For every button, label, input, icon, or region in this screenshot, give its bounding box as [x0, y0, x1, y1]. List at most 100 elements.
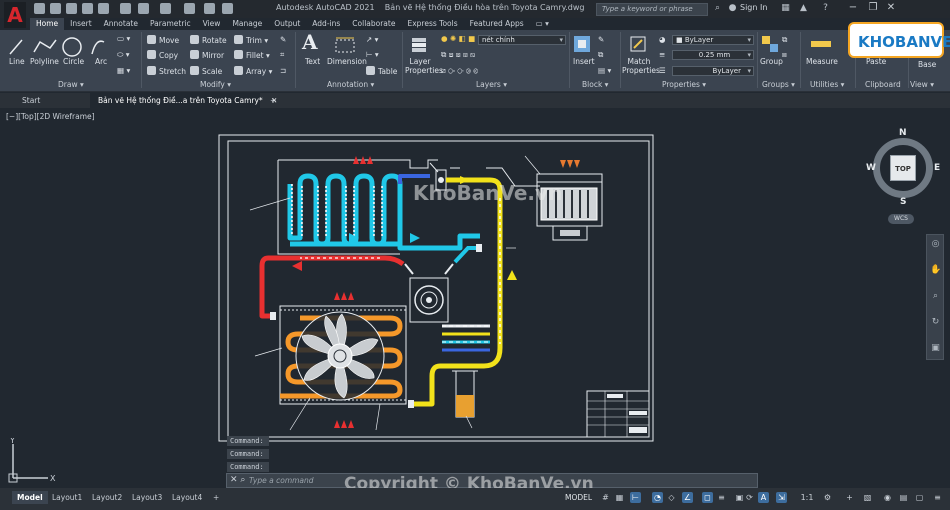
linetype-dropdown[interactable]: ByLayer	[672, 66, 754, 76]
dim-style-icon[interactable]: ⊢ ▾	[366, 50, 379, 59]
hatch-icon[interactable]: ▦ ▾	[117, 66, 130, 75]
ribbon-tab-view[interactable]: View	[197, 18, 227, 30]
explode-icon[interactable]: ⌗	[280, 50, 284, 60]
ribbon-tab-featured-apps[interactable]: Featured Apps	[464, 18, 530, 30]
erase-icon[interactable]: ✎	[280, 35, 286, 44]
measure-icon[interactable]	[810, 36, 832, 52]
ribbon-tab-parametric[interactable]: Parametric	[144, 18, 197, 30]
layout-tab-layout2[interactable]: Layout2	[87, 491, 127, 504]
ribbon-tab-collaborate[interactable]: Collaborate	[346, 18, 401, 30]
compass-north[interactable]: N	[899, 128, 907, 138]
layer-dropdown[interactable]: nét chính	[478, 35, 566, 45]
draw-panel-label[interactable]: Draw ▾	[58, 80, 84, 89]
lineweight-display-icon[interactable]: ≡	[716, 492, 727, 503]
layout-tab-layout4[interactable]: Layout4	[167, 491, 207, 504]
polar-icon[interactable]: ◔	[652, 492, 663, 503]
redo-icon[interactable]	[160, 3, 171, 14]
group-edit-icon[interactable]: ⧈	[782, 50, 787, 60]
color-dropdown[interactable]: ■ ByLayer	[672, 35, 754, 45]
create-block-icon[interactable]: ✎	[598, 35, 604, 44]
restore-button[interactable]: ❐	[866, 1, 880, 15]
ungroup-icon[interactable]: ⧉	[782, 35, 787, 45]
line-button[interactable]: Line	[9, 57, 25, 66]
text-button[interactable]: Text	[305, 57, 320, 66]
layer-properties-icon[interactable]	[410, 34, 430, 54]
units-icon[interactable]: +	[844, 492, 855, 503]
layer-tools-row2[interactable]: ⧄ ⧃ ⧂ ⧁ ⧀	[441, 66, 478, 76]
isolate-objects-icon[interactable]: ◉	[882, 492, 893, 503]
block-attributes-icon[interactable]: ▤ ▾	[598, 66, 611, 75]
workspace-switch-icon[interactable]: ⚙	[822, 492, 833, 503]
polyline-button[interactable]: Polyline	[30, 57, 59, 66]
stretch-button[interactable]: Stretch	[147, 66, 186, 76]
mirror-button[interactable]: Mirror	[190, 50, 224, 60]
cart-icon[interactable]: ▦	[780, 3, 791, 14]
grid-icon[interactable]: #	[600, 492, 611, 503]
ribbon-tab-express-tools[interactable]: Express Tools	[401, 18, 463, 30]
new-layout-button[interactable]: +	[208, 491, 224, 504]
drawing-viewport[interactable]: [−][Top][2D Wireframe] TOP N S E W WCS ◎…	[0, 108, 950, 486]
layer-tools-row1[interactable]: ⧉ ⧈ ⧇ ⧆ ⧅	[441, 50, 475, 60]
view-panel-label[interactable]: View ▾	[910, 80, 934, 89]
compass-south[interactable]: S	[900, 197, 906, 207]
compass-east[interactable]: E	[934, 163, 940, 173]
group-icon[interactable]	[760, 34, 780, 54]
match-properties-button[interactable]: Match Properties	[622, 57, 660, 75]
trim-button[interactable]: Trim ▾	[234, 35, 268, 45]
help-icon[interactable]: ?	[820, 3, 831, 14]
ribbon-tab-output[interactable]: Output	[268, 18, 306, 30]
model-space-toggle[interactable]: MODEL	[565, 493, 592, 502]
view-cube-top-face[interactable]: TOP	[890, 155, 916, 181]
insert-icon[interactable]	[572, 34, 592, 54]
paste-button[interactable]: Paste	[866, 57, 886, 66]
snap-icon[interactable]: ▦	[614, 492, 625, 503]
sign-in-button[interactable]: Sign In	[740, 3, 767, 12]
compass-west[interactable]: W	[866, 163, 876, 173]
orbit-icon[interactable]: ↻	[930, 317, 941, 328]
minimize-button[interactable]: −	[846, 1, 860, 15]
ribbon-tab-add-ins[interactable]: Add-ins	[306, 18, 346, 30]
view-cube[interactable]: TOP N S E W	[866, 128, 940, 207]
clipboard-panel-label[interactable]: Clipboard	[865, 80, 901, 89]
document-tab[interactable]: Bản vẽ Hệ thống Điề...a trên Toyota Camr…	[90, 93, 277, 108]
close-button[interactable]: ✕	[884, 1, 898, 15]
properties-panel-label[interactable]: Properties ▾	[662, 80, 706, 89]
measure-button[interactable]: Measure	[806, 57, 838, 66]
match-properties-icon[interactable]	[628, 34, 648, 54]
layout-tab-model[interactable]: Model	[12, 491, 48, 504]
block-panel-label[interactable]: Block ▾	[582, 80, 608, 89]
object-snap-tracking-icon[interactable]: ∠	[682, 492, 693, 503]
command-input[interactable]: Type a command	[249, 476, 314, 485]
customization-icon[interactable]: ≡	[932, 492, 943, 503]
ribbon-tab-overflow-icon[interactable]: ▭ ▾	[530, 18, 555, 30]
save-as-icon[interactable]	[82, 3, 93, 14]
linetype-icon[interactable]: ☰	[659, 66, 666, 75]
autodesk-a360-icon[interactable]: ▲	[798, 3, 809, 14]
layout-tab-layout1[interactable]: Layout1	[47, 491, 87, 504]
workspace-icon[interactable]	[204, 3, 215, 14]
showmotion-icon[interactable]: ▣	[930, 343, 941, 354]
leader-icon[interactable]: ↗ ▾	[366, 35, 378, 44]
text-icon[interactable]: A	[302, 30, 318, 54]
hardware-acceleration-icon[interactable]: ▤	[898, 492, 909, 503]
utilities-panel-label[interactable]: Utilities ▾	[810, 80, 844, 89]
new-tab-button[interactable]: +	[262, 93, 276, 108]
fillet-button[interactable]: Fillet ▾	[234, 50, 270, 60]
web-mobile-icon[interactable]	[98, 3, 109, 14]
layer-state-icons[interactable]: ● ✺ ◧ ■	[441, 34, 475, 43]
object-snap-icon[interactable]: ◻	[702, 492, 713, 503]
group-button[interactable]: Group	[760, 57, 783, 66]
rotate-button[interactable]: Rotate	[190, 35, 227, 45]
offset-icon[interactable]: ⊐	[280, 66, 286, 75]
ribbon-tab-annotate[interactable]: Annotate	[98, 18, 144, 30]
base-button[interactable]: Base	[918, 60, 936, 69]
ribbon-tab-home[interactable]: Home	[30, 18, 65, 30]
share-icon[interactable]	[184, 3, 195, 14]
groups-panel-label[interactable]: Groups ▾	[762, 80, 795, 89]
wcs-menu[interactable]: WCS	[888, 214, 914, 224]
lineweight-dropdown[interactable]: 0.25 mm	[672, 50, 754, 60]
rectangle-icon[interactable]: ▭ ▾	[117, 34, 130, 43]
table-button[interactable]: Table	[366, 66, 397, 76]
print-icon[interactable]	[120, 3, 131, 14]
quick-access-dropdown-icon[interactable]	[222, 3, 233, 14]
